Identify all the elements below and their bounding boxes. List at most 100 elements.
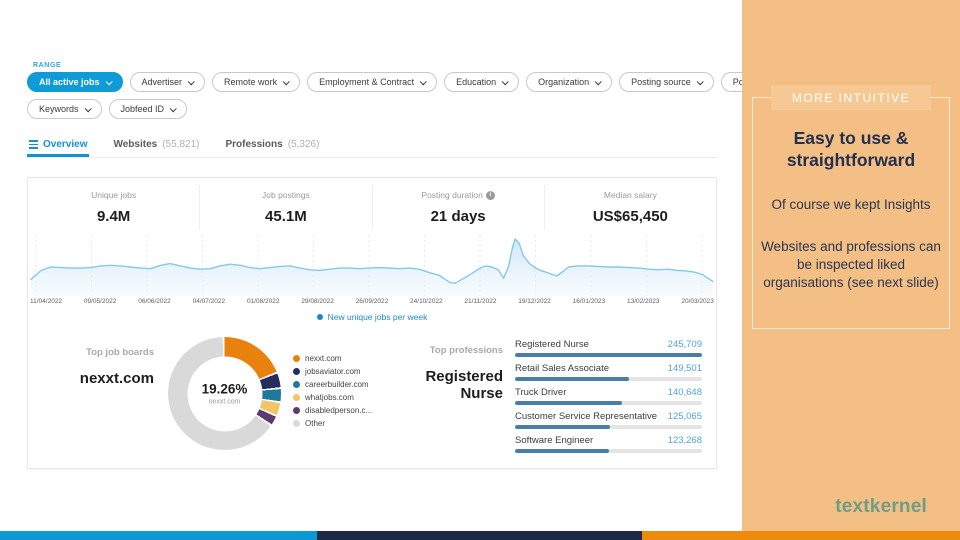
filter-chip-label: Education [456,77,496,87]
tab-label: Websites [113,139,157,150]
profession-row-head: Customer Service Representative 125,065 [515,411,702,422]
professions-header: Top professions Registered Nurse [407,337,503,403]
filter-bar-row2: Keywords Jobfeed ID [27,99,187,119]
profession-value: 140,648 [668,387,702,398]
filter-chip-label: Keywords [39,104,79,114]
legend-label: New unique jobs per week [328,312,428,322]
filter-chip-label: Jobfeed ID [121,104,165,114]
slide-canvas: RANGE All active jobs Advertiser Remote wo… [0,0,960,540]
x-axis-tick-label: 06/06/2022 [138,298,171,305]
profession-row-registered-nurse[interactable]: Registered Nurse245,709 [515,339,702,357]
legend-item-label: whatjobs.com [305,393,354,402]
chevron-down-icon [105,78,112,85]
stat-value: 45.1M [200,208,371,225]
filter-chip-label: Remote work [224,77,277,87]
filter-chip-label: All active jobs [39,77,100,87]
filter-chip-organization[interactable]: Organization [526,72,612,92]
callout-badge: MORE INTUITIVE [771,85,931,110]
legend-item-label: nexxt.com [305,354,341,363]
footer-bar-segment-1 [0,531,317,540]
info-icon[interactable]: i [486,191,495,200]
chevron-down-icon [84,105,91,112]
x-axis-tick-label: 29/08/2022 [301,298,334,305]
profession-row-head: Registered Nurse245,709 [515,339,702,350]
profession-row-software-engineer[interactable]: Software Engineer123,268 [515,435,702,453]
filter-chip-education[interactable]: Education [444,72,519,92]
profession-name: Customer Service Representative [515,411,657,422]
filter-chip-employment-contract[interactable]: Employment & Contract [307,72,437,92]
area-chart-svg [28,233,716,297]
filter-chip-jobfeed-id[interactable]: Jobfeed ID [109,99,188,119]
donut-legend-item-nexxt-com: nexxt.com [293,354,385,363]
profession-row-customer-service-representative[interactable]: Customer Service Representative 125,065 [515,411,702,429]
stats-row: Unique jobs9.4M Job postings 45.1M Posting … [28,178,716,230]
chevron-down-icon [283,78,290,85]
stat-unique-jobs: Unique jobs9.4M [28,185,200,230]
profession-row-retail-sales-associate[interactable]: Retail Sales Associate149,501 [515,363,702,381]
legend-item-label: careerbuilder.com [305,380,369,389]
textkernel-logo: textkernel [835,496,927,518]
filter-chip-label: Posting source [631,77,691,87]
stat-value: US$65,450 [545,208,716,225]
stat-label: Job postings [262,190,310,200]
dashboard-panel: Unique jobs9.4M Job postings 45.1M Posting … [27,177,717,469]
stat-job-postings: Job postings 45.1M [200,185,372,230]
donut-center: 19.26% nexxt.com [187,356,262,431]
legend-color-dot [293,355,300,362]
callout-box: MORE INTUITIVE Easy to use & straightfor… [752,97,950,329]
profession-value: 125,065 [668,411,702,422]
stat-label-text: Posting duration [421,190,482,200]
professions-top-value: Registered Nurse [407,368,503,403]
job-boards-label: Top job boards [42,347,154,358]
filter-chip-remote-work[interactable]: Remote work [212,72,300,92]
tab-overview[interactable]: Overview [27,135,89,157]
x-axis-tick-label: 01/08/2022 [247,298,280,305]
profession-bar-track [515,377,702,381]
profession-value: 149,501 [668,363,702,374]
filter-chip-posting-source[interactable]: Posting source [619,72,714,92]
filter-chip-keywords[interactable]: Keywords [27,99,102,119]
filter-chip-label: Advertiser [142,77,183,87]
x-axis-tick-label: 04/07/2022 [193,298,226,305]
profession-value: 123,268 [668,435,702,446]
x-axis-tick-label: 24/10/2022 [410,298,443,305]
list-icon [29,140,38,149]
professions-list: Registered Nurse245,709 Retail Sales Asso… [515,339,702,459]
chevron-down-icon [595,78,602,85]
filter-chip-all-active-jobs[interactable]: All active jobs [27,72,123,92]
chevron-down-icon [696,78,703,85]
profession-bar-track [515,401,702,405]
legend-color-dot [293,407,300,414]
profession-bar-track [515,425,702,429]
tab-label: Professions [225,139,282,150]
legend-dot-icon [317,314,323,320]
donut-legend-item-disabledperson-c: disabledperson.c... [293,406,385,415]
stat-label-text: Job postings [262,190,310,200]
tab-count: (55,821) [162,139,199,150]
stat-value: 21 days [373,208,544,225]
profession-bar-track [515,449,702,453]
profession-row-truck-driver[interactable]: Truck Driver140,648 [515,387,702,405]
profession-bar-fill [515,425,610,429]
profession-bar-fill [515,449,609,453]
profession-name: Registered Nurse [515,339,589,350]
tab-websites[interactable]: Websites (55,821) [111,135,201,157]
legend-color-dot [293,368,300,375]
legend-color-dot [293,420,300,427]
profession-bar-track [515,353,702,357]
x-axis-tick-label: 16/01/2023 [573,298,606,305]
x-axis-tick-label: 26/09/2022 [356,298,389,305]
x-axis-tick-label: 21/11/2022 [464,298,496,305]
trend-chart: 11/04/202209/05/202206/06/202204/07/2022… [28,233,716,322]
chevron-down-icon [188,78,195,85]
stat-label-text: Unique jobs [91,190,136,200]
professions-label: Top professions [407,345,503,356]
profession-bar-fill [515,353,702,357]
job-boards-donut-chart[interactable]: 19.26% nexxt.com [168,337,281,450]
tab-professions[interactable]: Professions(5,326) [223,135,321,157]
filter-chip-advertiser[interactable]: Advertiser [130,72,206,92]
tab-bar: Overview Websites (55,821) Professions(5,32… [27,135,717,158]
job-boards-header: Top job boards nexxt.com [42,337,154,387]
range-label: RANGE [33,62,61,69]
filter-chip-label: Organization [538,77,589,87]
